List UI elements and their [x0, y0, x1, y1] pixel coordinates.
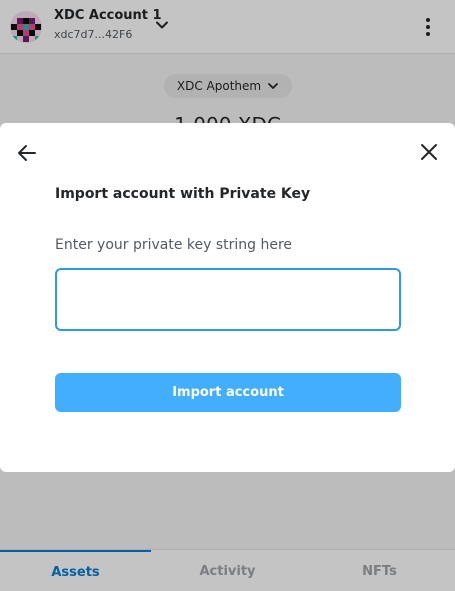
close-icon[interactable]	[419, 142, 439, 162]
arrow-left-icon[interactable]	[16, 142, 38, 164]
import-account-modal: Import account with Private Key Enter yo…	[0, 123, 455, 472]
modal-title: Import account with Private Key	[55, 186, 311, 202]
private-key-label: Enter your private key string here	[55, 237, 293, 253]
import-account-button[interactable]: Import account	[55, 373, 401, 412]
private-key-input[interactable]	[55, 268, 401, 331]
